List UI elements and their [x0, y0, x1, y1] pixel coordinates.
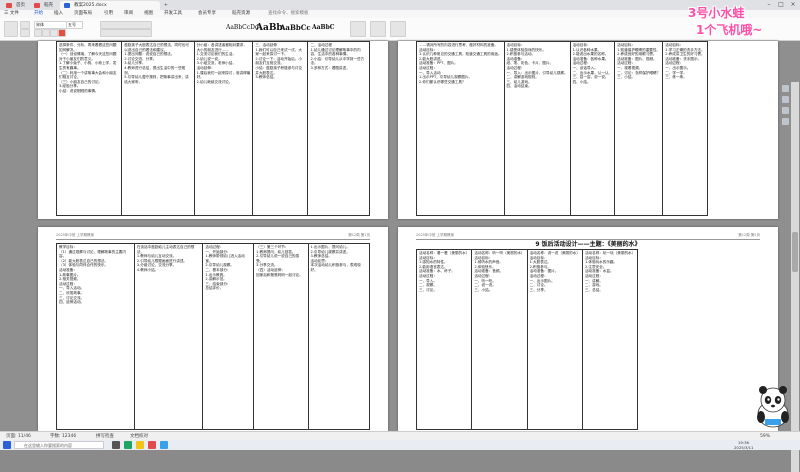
table-cell[interactable]: 活动名称：说一说（美丽的水） 活动目标： 1.大胆表达。 2.积极参与。 活动准…	[526, 249, 583, 430]
table-cell[interactable]: 活动目标： 1.认识各种水果。 2.能说出水果的名称。 活动准备：各种水果。 活…	[569, 41, 616, 216]
find-replace-icon[interactable]	[370, 21, 386, 37]
menu-review[interactable]: 审阅	[124, 10, 133, 18]
table-cell[interactable]: 活动名称：玩一玩（美丽的水） 活动目标： 1.体验玩水的乐趣。 2.注意安全。 …	[581, 249, 639, 430]
font-color-icon[interactable]	[58, 29, 66, 37]
cut-icon[interactable]	[20, 21, 30, 29]
app-icon[interactable]	[160, 441, 168, 449]
header-left: 2025年中班·上学期教案	[56, 233, 95, 237]
lesson-table: 选择条件、分析、再来看看这些问题如何解决。 （一）创设情境，了解今天这些问题对于…	[55, 41, 370, 216]
scrollbar-thumb[interactable]	[792, 232, 798, 272]
table-cell[interactable]: 在谈话中鼓励幼儿主动表达自己的想法。 1.教师与幼儿互动交流。 2.引导幼儿根据…	[133, 243, 204, 430]
table-cell[interactable]: ……请对所写的内容进行思考，做好材料的准备。 活动目标： 1.认识几种常见的交通…	[416, 41, 505, 216]
copy-icon[interactable]	[20, 29, 30, 37]
side-tool-icon[interactable]	[782, 85, 789, 92]
document-page[interactable]: 2025年中班·上学期教案 第12周 第1页 教学目标： （1）通过观察与讨论，…	[38, 227, 388, 431]
style-heading1[interactable]: AaBb	[256, 21, 283, 35]
side-tool-icon[interactable]	[782, 107, 789, 114]
new-tab-button[interactable]: +	[150, 1, 174, 10]
style-heading2[interactable]: AaBbCc	[280, 21, 311, 35]
table-cell[interactable]: 活动名称：看一看（美丽的水） 活动目标： 1.感知水的特性。 2.能用语言表达。…	[415, 249, 473, 430]
header-right: 第12周 第2页	[738, 233, 760, 237]
wps-icon[interactable]	[148, 441, 156, 449]
bold-icon[interactable]	[34, 29, 42, 37]
tab-docer[interactable]: 稻壳	[30, 1, 59, 10]
taskbar-search-input[interactable]: 在这里输入你要搜索的内容	[14, 441, 104, 449]
file-explorer-icon[interactable]	[136, 441, 144, 449]
tab-label: 稻壳	[44, 3, 53, 8]
table-cell[interactable]: 三、活动延伸 1.我们可以自己来试一试，大家一起来探讨一下。 2.讨论一下：活动…	[252, 41, 309, 216]
menu-layout[interactable]: 页面布局	[74, 10, 92, 18]
paragraph-tools[interactable]	[100, 21, 152, 29]
page-title: 9 饭后活动设计——主题：《美丽的水》	[535, 241, 641, 248]
lesson-table: 活动名称：看一看（美丽的水） 活动目标： 1.感知水的特性。 2.能用语言表达。…	[415, 249, 639, 430]
paste-icon[interactable]	[4, 21, 18, 37]
lesson-table: 教学目标： （1）通过观察与讨论，理解故事的主要内容。 （2）能大胆表达自己的想…	[56, 243, 370, 430]
document-page[interactable]: ……请对所写的内容进行思考，做好材料的准备。 活动目标： 1.认识几种常见的交通…	[398, 41, 778, 219]
menu-insert[interactable]: 插入	[54, 10, 63, 18]
underline-icon[interactable]	[50, 29, 58, 37]
tab-label: 首页	[16, 3, 25, 8]
text-tool-icon[interactable]	[350, 21, 366, 37]
menu-developer[interactable]: 开发工具	[164, 10, 182, 18]
wps-logo-icon	[6, 3, 12, 8]
windows-taskbar: 在这里输入你要搜索的内容 19:36 2025/3/11	[0, 440, 800, 450]
menu-member[interactable]: 会员专享	[198, 10, 216, 18]
command-search[interactable]: 查找命令、搜索模板	[268, 10, 309, 18]
header-left: 2025年中班·上学期教案	[416, 233, 455, 237]
table-cell[interactable]: 1.出示图片，提问幼儿。 2.引导幼儿观察并讲述。 3.教师总结。 活动反思： …	[307, 243, 370, 430]
side-tool-icon[interactable]	[782, 96, 789, 103]
overlay-line-1: 3号小水蛙	[688, 6, 745, 20]
menu-docer[interactable]: 稻壳资源	[232, 10, 250, 18]
menu-view[interactable]: 视图	[144, 10, 153, 18]
side-tool-icon[interactable]	[782, 118, 789, 125]
tab-label: 教案2025.docx	[74, 3, 107, 8]
header-right: 第12周 第1页	[348, 233, 370, 237]
table-cell[interactable]: 二、活动过程 1.幼儿通过讨论理解故事中的内容，生活中的各种事情。 2.小结：引…	[307, 41, 370, 216]
table-cell[interactable]: 活动目标： 1.学习正确的洗手方法。 2.养成讲卫生的好习惯。 活动准备：洗手图…	[662, 41, 708, 216]
table-cell[interactable]: 活动目标： 1.知道保护眼睛的重要性。 2.养成良好的用眼习惯。 活动准备：图片…	[614, 41, 664, 216]
doc-icon	[64, 3, 70, 8]
page-header: 2025年中班·上学期教案 第12周 第1页	[56, 233, 370, 240]
table-cell[interactable]: 鼓励孩子大胆表达自己的想法，同时也可以说出自己的看法和建议。 1.提出问题：说说…	[121, 41, 195, 216]
tab-document[interactable]: 教案2025.docx	[60, 1, 160, 10]
browser-icon[interactable]	[124, 441, 132, 449]
table-cell[interactable]: 活动目标： 1.感受体验游戏的快乐。 2.积极参与活动。 活动准备： 纸、笔、彩…	[503, 41, 571, 216]
style-normal[interactable]: AaBbCcDd	[226, 21, 259, 35]
table-cell[interactable]: 活动过程： 一、开始部分： 1.教师带领幼儿进入活动室。 2.引导幼儿观察。 二…	[202, 243, 255, 430]
table-cell[interactable]: 分小组：各讲述者都相对要求，大小的朋友进行…… 1.交流讨论我们的生活。 2.幼…	[193, 41, 254, 216]
font-size-select[interactable]: 五号	[66, 21, 83, 29]
table-cell[interactable]: 教学目标： （1）通过观察与讨论，理解故事的主要内容。 （2）能大胆表达自己的想…	[56, 243, 135, 430]
document-page[interactable]: 2025年中班·上学期教案 第12周 第2页 9 饭后活动设计——主题：《美丽的…	[398, 227, 778, 431]
overlay-line-2: 1个飞机哦~	[696, 23, 763, 37]
docer-icon	[34, 3, 40, 8]
stream-overlay: 3号小水蛙 1个飞机哦~	[678, 2, 796, 38]
italic-icon[interactable]	[42, 29, 50, 37]
panda-mascot-icon	[757, 386, 789, 428]
style-heading3[interactable]: AaBbC	[312, 21, 335, 35]
tab-home[interactable]: 首页	[2, 1, 31, 10]
alignment-tools[interactable]	[100, 29, 152, 37]
menu-reference[interactable]: 引用	[104, 10, 113, 18]
windows-start-icon[interactable]	[3, 441, 11, 449]
select-icon[interactable]	[390, 21, 406, 37]
clock-date[interactable]: 2025/3/11	[734, 445, 753, 450]
table-cell[interactable]: 活动名称：听一听（美丽的水） 活动目标： 1.倾听水的声音。 2.体验快乐。 活…	[471, 249, 528, 430]
side-toolbar	[782, 85, 790, 205]
lesson-table: ……请对所写的内容进行思考，做好材料的准备。 活动目标： 1.认识几种常见的交通…	[416, 41, 708, 216]
font-name-select[interactable]: 宋体	[34, 21, 67, 29]
menu-file[interactable]: 三 文件	[4, 10, 19, 18]
task-view-icon[interactable]	[112, 441, 120, 449]
document-page[interactable]: 选择条件、分析、再来看看这些问题如何解决。 （一）创设情境，了解今天这些问题对于…	[38, 41, 388, 219]
table-cell[interactable]: 选择条件、分析、再来看看这些问题如何解决。 （一）创设情境，了解今天这些问题对于…	[55, 41, 123, 216]
table-cell[interactable]: （三）第三个环节： 1.教师提问，幼儿回答。 2.引导幼儿说一说自己的感受。 3…	[253, 243, 309, 430]
document-canvas[interactable]: 选择条件、分析、再来看看这些问题如何解决。 （一）创设情境，了解今天这些问题对于…	[0, 41, 800, 472]
